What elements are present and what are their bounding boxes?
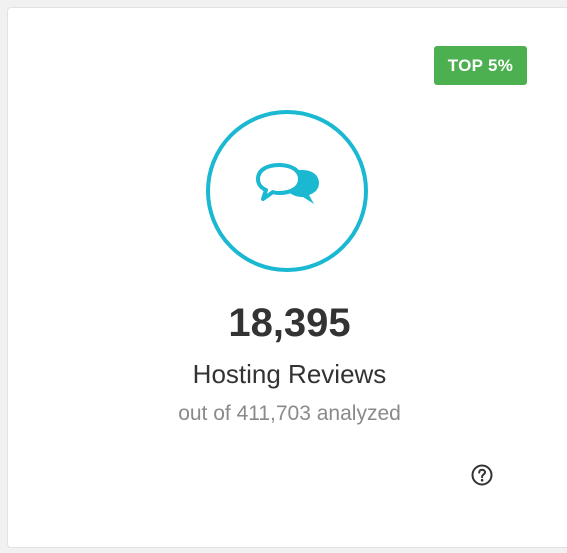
- review-count: 18,395: [228, 301, 351, 345]
- rank-badge: TOP 5%: [434, 46, 527, 85]
- stat-subtitle: out of 411,703 analyzed: [178, 402, 401, 425]
- question-circle-icon[interactable]: [470, 463, 494, 487]
- stat-card: TOP 5% 18,395 Hosting Reviews out of 411…: [7, 7, 567, 548]
- chat-bubbles-icon: [256, 163, 319, 204]
- icon-circle: [206, 110, 368, 272]
- stat-label: Hosting Reviews: [192, 359, 387, 389]
